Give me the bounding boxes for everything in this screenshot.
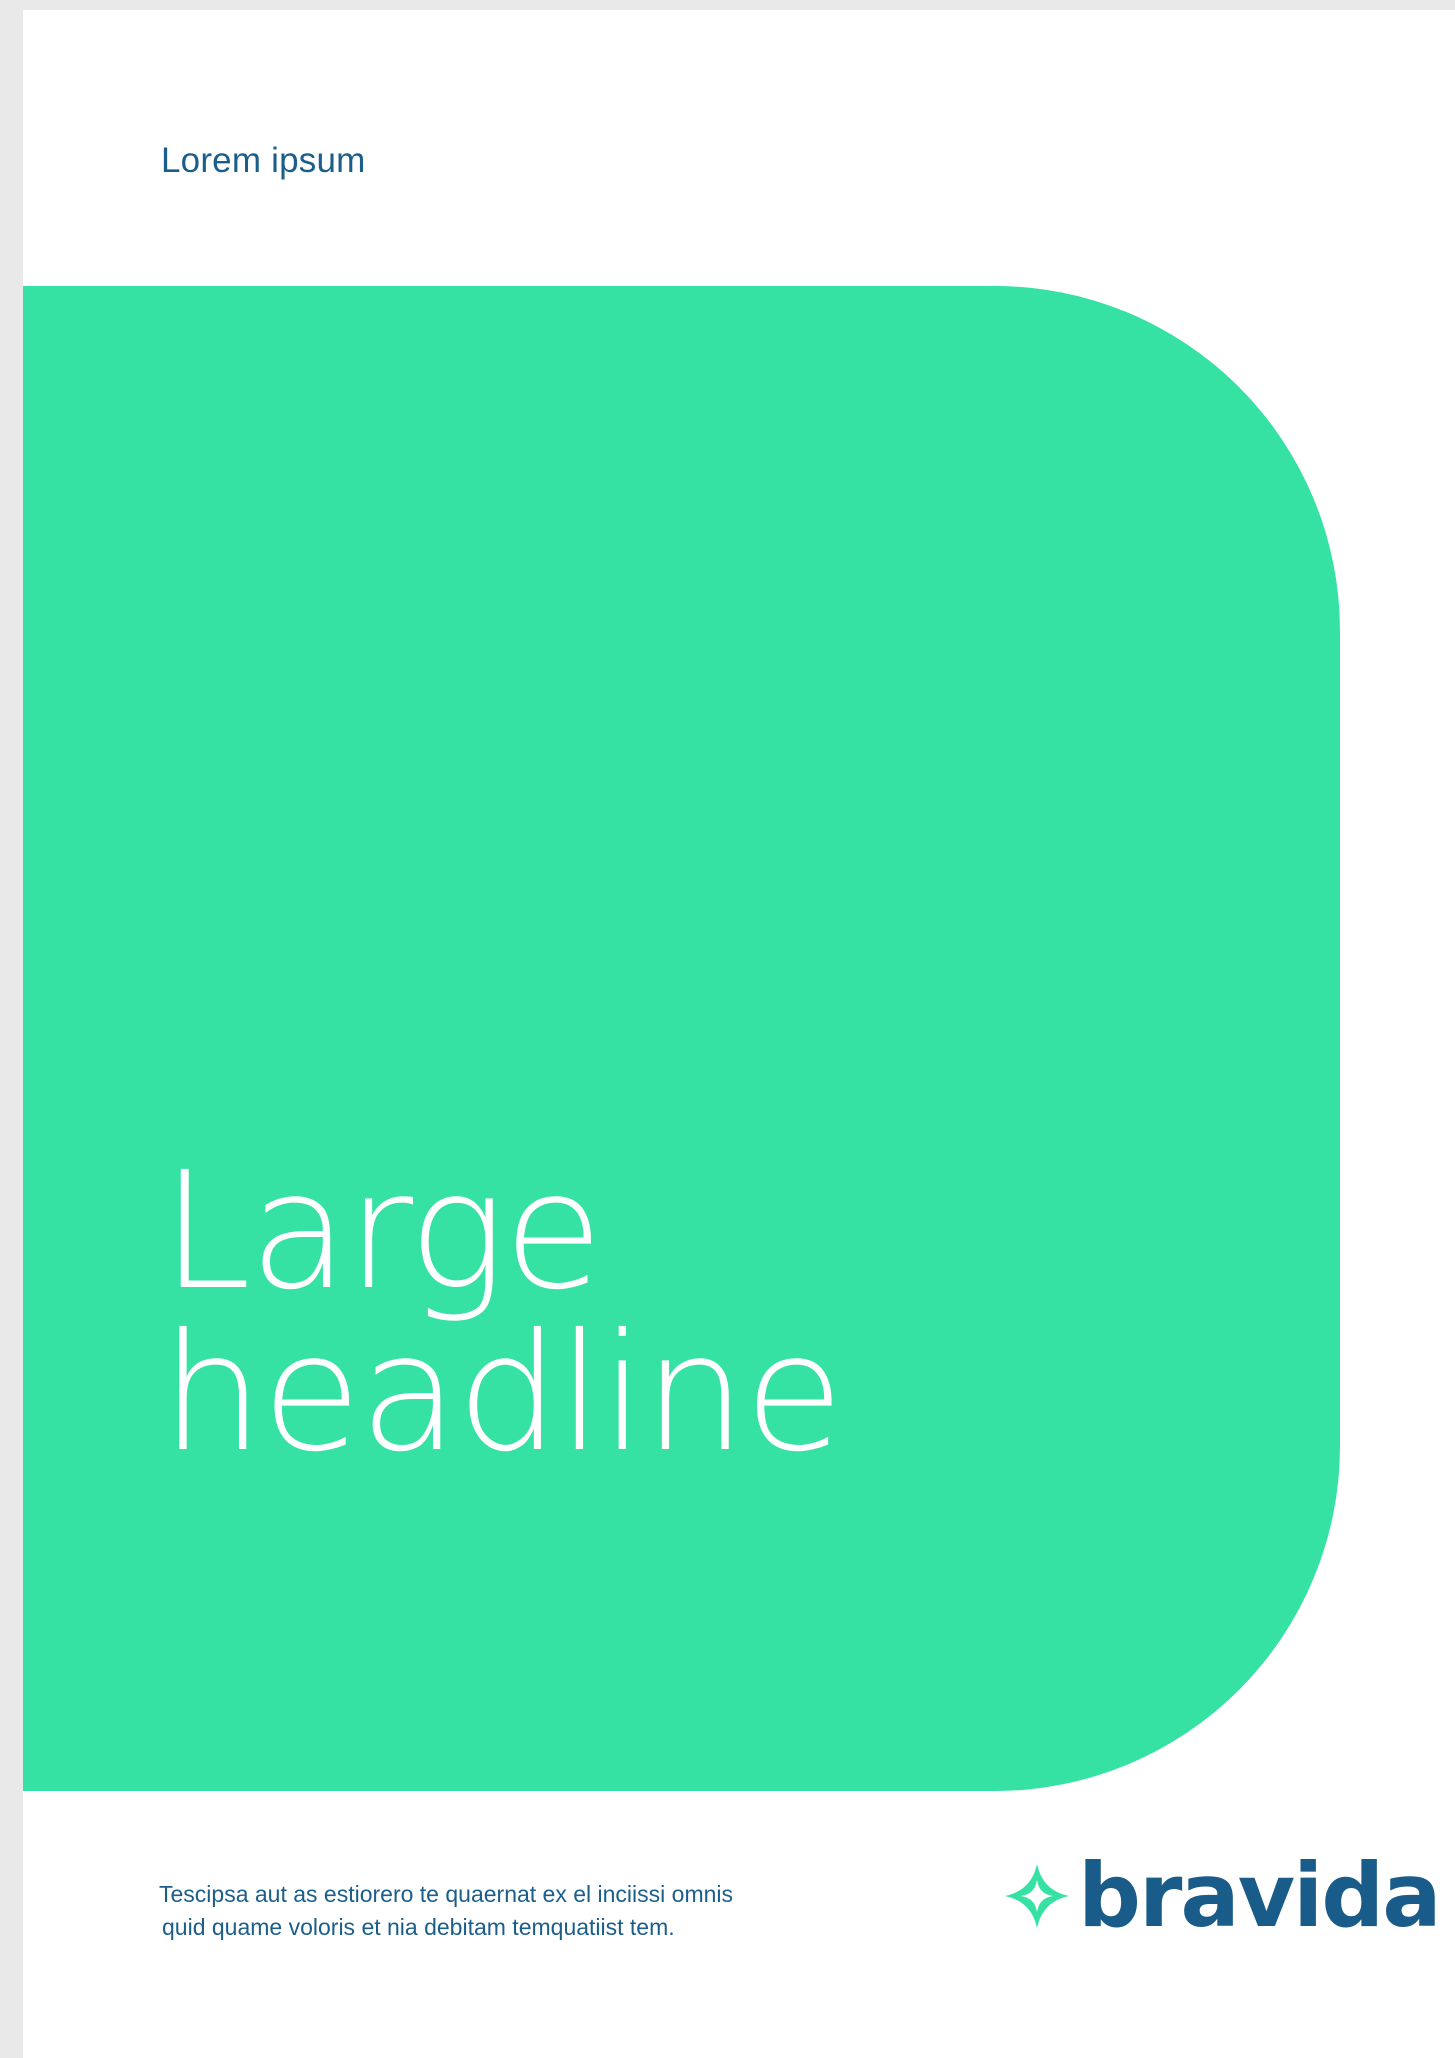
footer-text: Tescipsa aut as estiorero te quaernat ex… xyxy=(159,1878,819,1944)
kicker-text: Lorem ipsum xyxy=(161,141,366,180)
footer-line-1: Tescipsa aut as estiorero te quaernat ex… xyxy=(159,1881,734,1907)
footer-line-2: quid quame voloris et nia debitam temqua… xyxy=(162,1914,675,1940)
document-page: Lorem ipsum Large headline Tescipsa aut … xyxy=(23,10,1455,2058)
headline: Large headline xyxy=(161,1138,844,1488)
hero-panel: Large headline xyxy=(23,286,1340,1791)
four-point-star-logo-icon xyxy=(1005,1864,1069,1928)
headline-line-2: headline xyxy=(161,1300,844,1488)
headline-line-1: Large xyxy=(161,1138,603,1326)
logo-wordmark: bravida xyxy=(1078,1844,1442,1947)
bravida-logo: bravida xyxy=(1003,1846,1442,1946)
